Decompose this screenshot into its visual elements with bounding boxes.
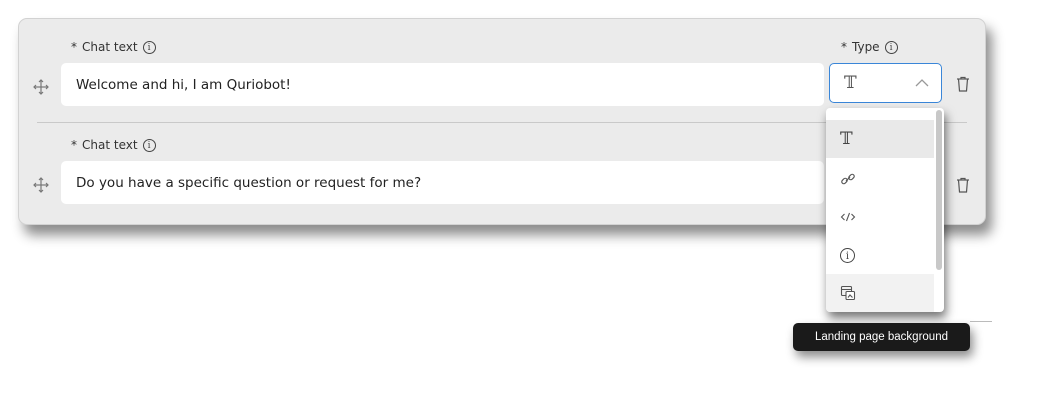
chat-text-label: * Chat text i: [71, 137, 156, 153]
info-icon: i: [840, 247, 855, 263]
move-arrows-icon: [33, 177, 49, 193]
info-icon[interactable]: i: [142, 138, 156, 152]
delete-row-2-icon[interactable]: [956, 177, 970, 193]
tooltip-connector: [970, 321, 992, 322]
link-icon: [841, 173, 855, 185]
required-star: *: [71, 138, 77, 152]
chat-text-label-text: Chat text: [82, 138, 138, 152]
chat-text-input-2[interactable]: [61, 161, 824, 204]
dropdown-option-link[interactable]: [826, 160, 934, 198]
text-type-icon: 𝕋: [840, 129, 853, 149]
dropdown-option-code[interactable]: [826, 198, 934, 236]
code-icon: [840, 212, 856, 222]
tooltip: Landing page background: [793, 323, 970, 351]
dropdown-option-landing-page-background[interactable]: [826, 274, 934, 312]
landing-page-background-icon: [840, 285, 856, 301]
drag-handle-icon[interactable]: [33, 177, 49, 193]
dropdown-option-text[interactable]: 𝕋: [826, 120, 934, 158]
dropdown-option-info[interactable]: i: [826, 236, 934, 274]
type-dropdown-menu: 𝕋 i: [826, 108, 944, 312]
dropdown-scrollbar[interactable]: [936, 110, 942, 270]
